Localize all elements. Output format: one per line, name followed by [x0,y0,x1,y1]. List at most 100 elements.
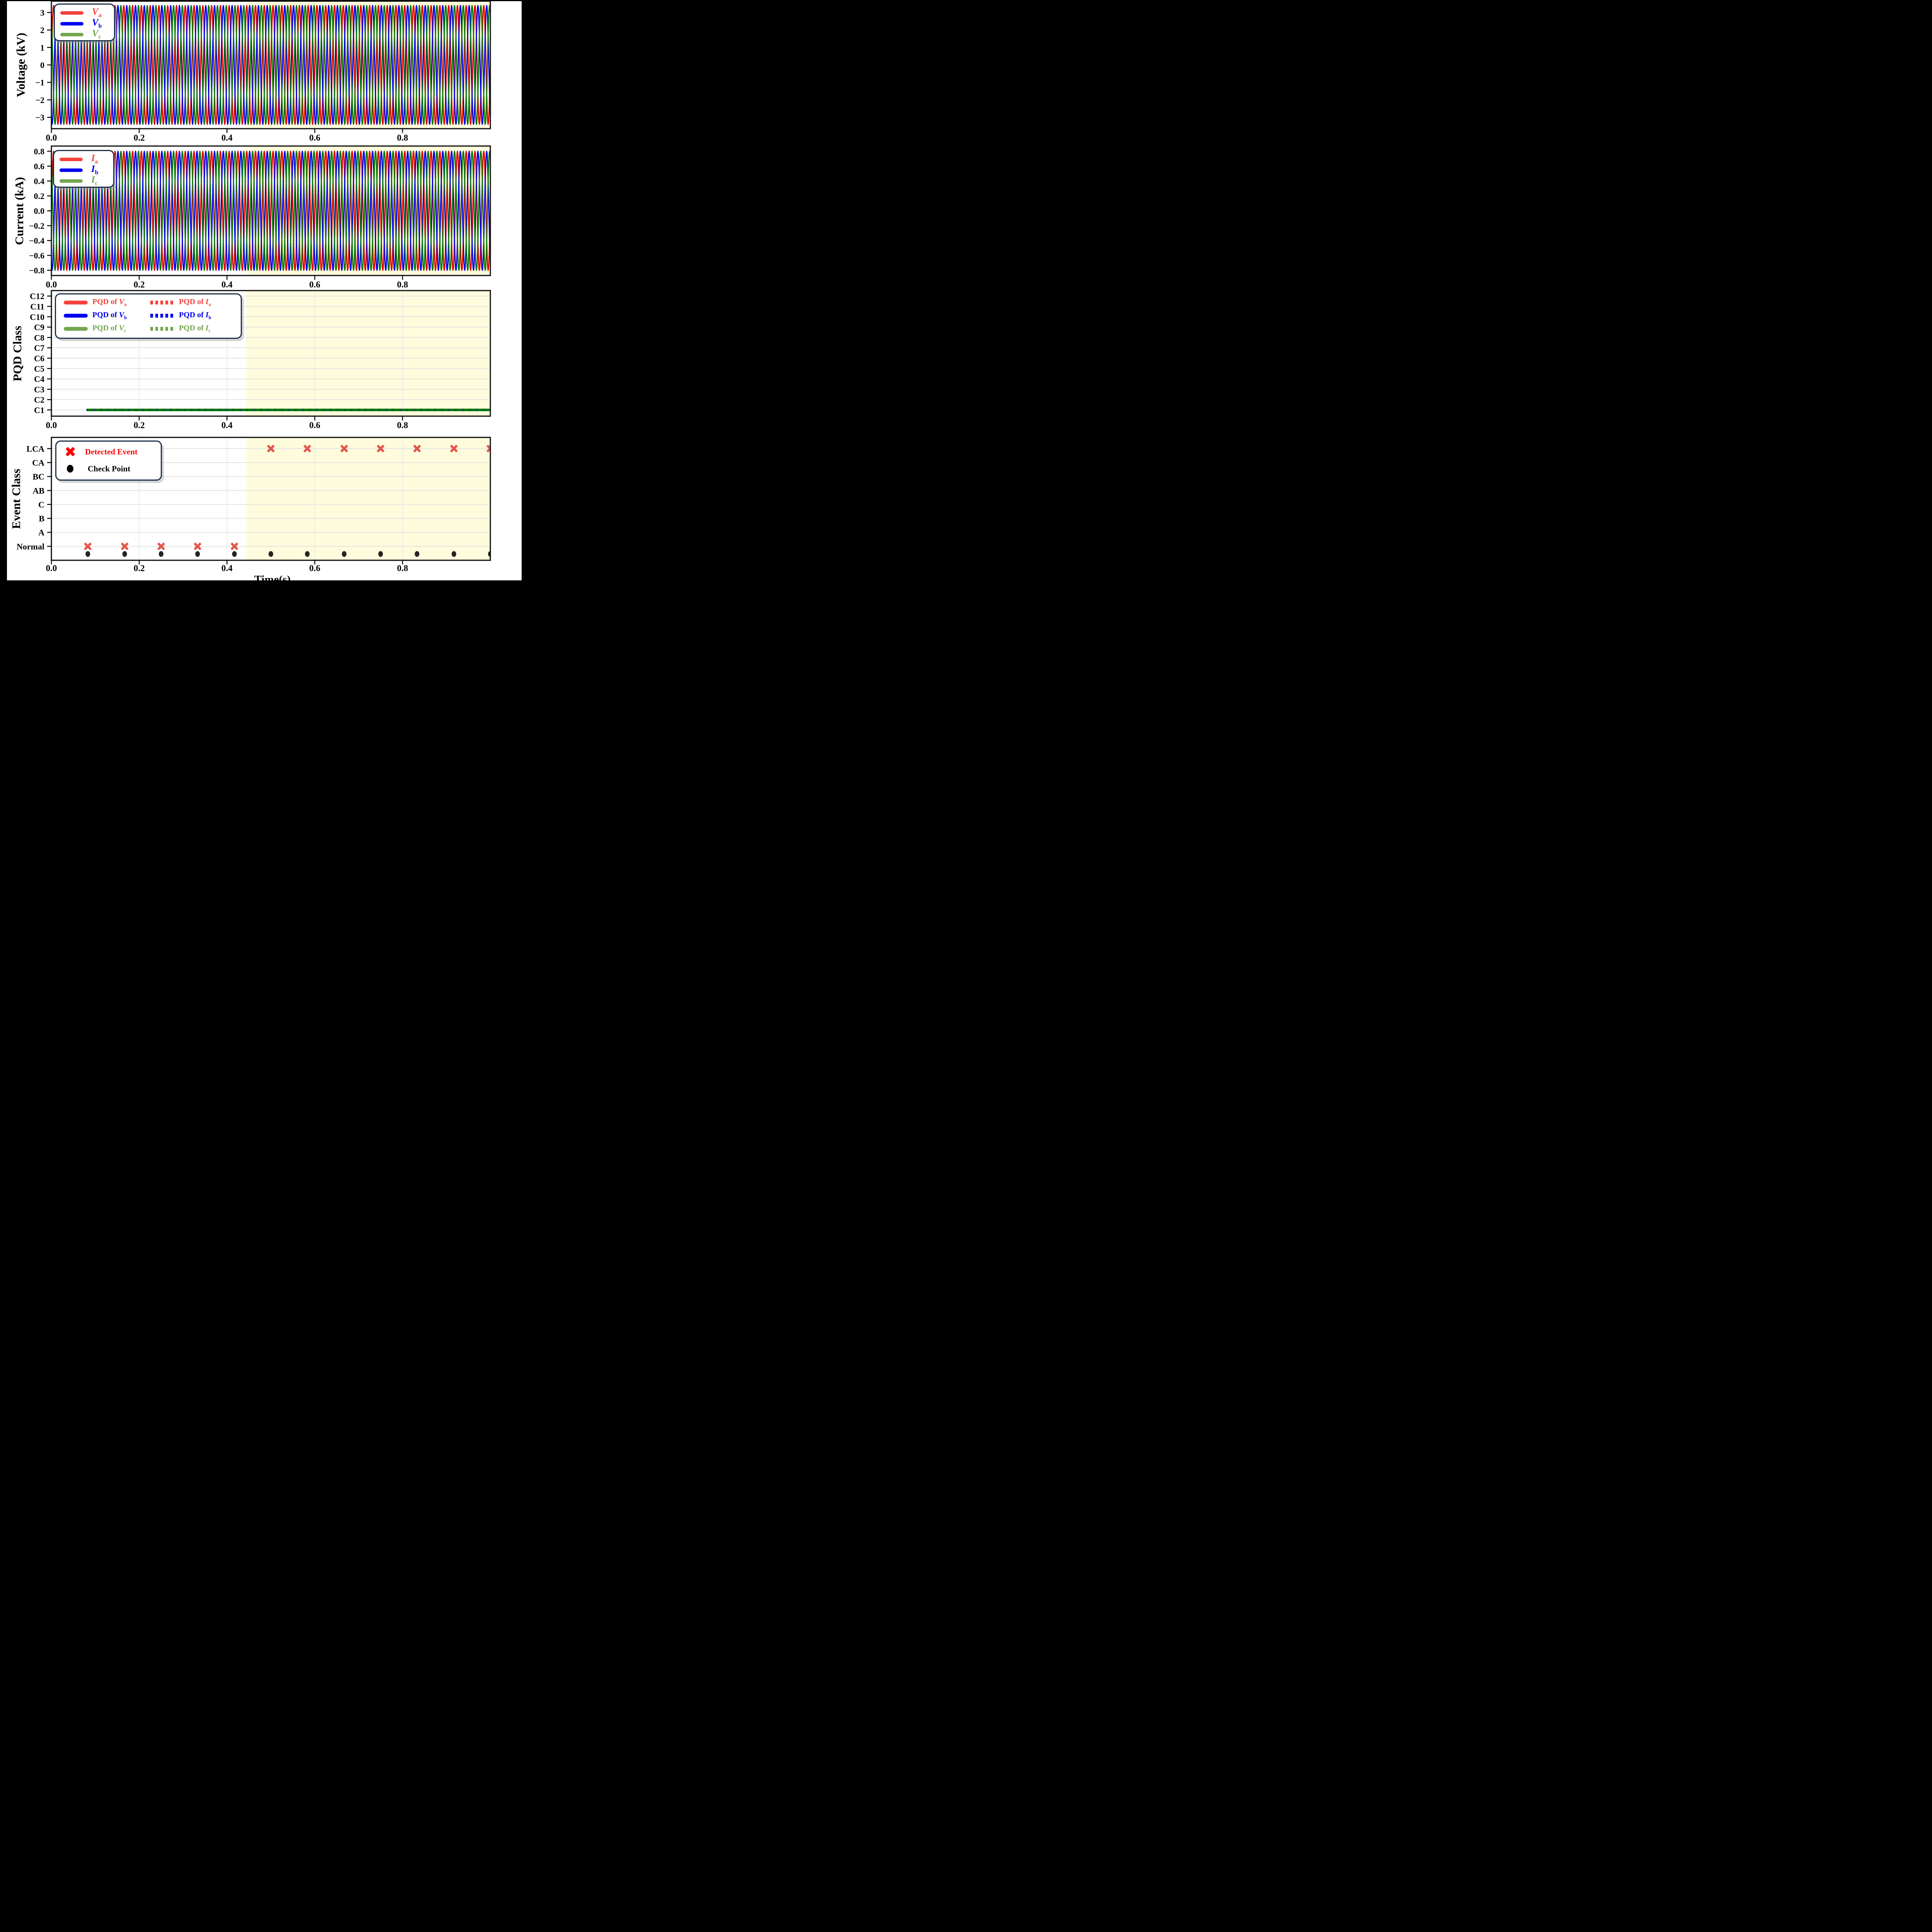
event-x-tick-label: 0.2 [134,563,145,573]
current-x-tick-label: 0.6 [309,280,320,289]
voltage-x-tick-label: 0.2 [134,133,145,143]
event-x-tick-label: 0.4 [221,563,233,573]
check-point-marker [452,551,456,557]
legend-item: PQD of Va [64,297,145,308]
check-point-marker [85,551,90,557]
pqd-y-tick-label: C3 [34,384,44,394]
current-x-tick-label: 0.0 [46,280,57,289]
legend-item: Vb [60,19,111,29]
pqd-x-tick-label: 0.0 [46,420,57,430]
figure-page: 0.00.20.40.60.83210−1−2−30.00.20.40.60.8… [0,0,522,595]
current-y-tick-label: 0.4 [34,176,45,186]
event-y-tick-label: A [38,528,44,537]
pqd-y-tick-label: C5 [34,364,44,374]
legend-line-swatch-icon [60,11,83,15]
check-point-marker [269,551,273,557]
current-x-tick-label: 0.4 [221,280,233,289]
voltage-plot-area [51,1,490,129]
legend-item: Va [60,8,111,18]
voltage-x-tick-label: 0.0 [46,133,57,143]
check-point-marker [378,551,383,557]
voltage-x-tick-label: 0.6 [309,133,320,143]
legend-line-swatch-icon [60,33,83,36]
check-point-marker [195,551,200,557]
event-y-tick-label: C [38,500,44,509]
event-x-tick-label: 0.0 [46,563,57,573]
legend-label: Ic [91,175,98,187]
dot-marker-icon [67,465,73,473]
voltage-x-tick-label: 0.8 [397,133,408,143]
legend-dotted-swatch-icon [150,301,174,304]
pqd-y-tick-label: C2 [34,395,44,405]
current-y-tick-label: −0.8 [29,266,44,276]
pqd-y-tick-label: C12 [30,291,44,301]
current-x-tick-label: 0.8 [397,280,408,289]
legend-item: Ib [60,165,110,175]
legend-line-swatch-icon [60,168,83,172]
current-plot-area [51,146,490,276]
legend-dotted-swatch-icon [150,327,174,331]
current-y-tick-label: −0.6 [29,251,44,260]
legend-solid-swatch-icon [64,314,88,318]
pqd-y-tick-label: C1 [34,405,44,415]
pqd-y-tick-label: C4 [34,374,44,384]
legend-label: PQD of Vb [92,311,127,321]
legend-solid-swatch-icon [64,327,88,331]
current-y-tick-label: −0.2 [29,221,44,231]
voltage-legend: VaVbVc [54,3,115,41]
legend-line-swatch-icon [60,22,83,26]
legend-label: PQD of Ia [179,298,211,308]
legend-label: Check Point [88,464,130,474]
legend-label: PQD of Ib [179,311,211,321]
event-legend: Detected Event Check Point [55,440,162,481]
voltage-y-tick-label: 0 [40,60,44,70]
pqd-x-tick-label: 0.8 [397,420,408,430]
check-point-marker [415,551,419,557]
check-point-marker [122,551,127,557]
voltage-axis-title: Voltage (kV) [14,33,28,97]
legend-item: Ia [60,154,110,164]
legend-item: Detected Event [65,445,158,459]
current-y-tick-label: 0.2 [34,191,45,201]
legend-item: Vc [60,29,111,39]
current-y-tick-label: 0.0 [34,206,45,216]
legend-label: Detected Event [85,447,138,457]
event-y-tick-label: B [39,514,44,524]
voltage-y-tick-label: −2 [35,95,44,105]
current-legend: IaIbIc [53,150,114,188]
pqd-x-tick-label: 0.2 [134,420,145,430]
pqd-y-tick-label: C9 [34,323,44,332]
legend-dotted-swatch-icon [150,314,174,318]
pqd-y-tick-label: C10 [30,312,44,322]
legend-label: Vc [92,28,101,41]
current-y-tick-label: −0.4 [29,236,44,246]
voltage-x-tick-label: 0.4 [221,133,233,143]
voltage-y-tick-label: 1 [40,43,44,53]
pqd-legend: PQD of Va PQD of Vb PQD of Vc PQD of Ia PQD … [55,293,242,339]
legend-item: Check Point [65,462,158,476]
pqd-y-tick-label: C8 [34,333,44,342]
legend-item: Ic [60,176,110,186]
check-point-marker [159,551,163,557]
legend-solid-swatch-icon [64,301,88,304]
current-x-tick-label: 0.2 [134,280,145,289]
time-axis-label: Time(s) [254,573,291,586]
legend-label: PQD of Va [92,298,126,308]
legend-line-swatch-icon [60,158,83,161]
voltage-y-tick-label: −3 [35,113,44,122]
legend-label: PQD of Vc [92,324,126,334]
voltage-y-tick-label: 3 [40,8,44,17]
legend-item: PQD of Ib [150,310,231,321]
event-y-tick-label: CA [32,458,44,468]
check-point-marker [342,551,347,557]
legend-item: PQD of Ic [150,323,231,335]
event-y-tick-label: BC [32,472,44,481]
legend-item: PQD of Vb [64,310,145,321]
event-y-tick-label: LCA [27,444,45,454]
check-point-marker [305,551,310,557]
x-marker-icon [65,447,75,457]
legend-label: PQD of Ic [179,324,211,334]
check-point-marker [232,551,237,557]
pqd-y-tick-label: C6 [34,354,44,363]
event-y-tick-label: Normal [17,542,44,551]
